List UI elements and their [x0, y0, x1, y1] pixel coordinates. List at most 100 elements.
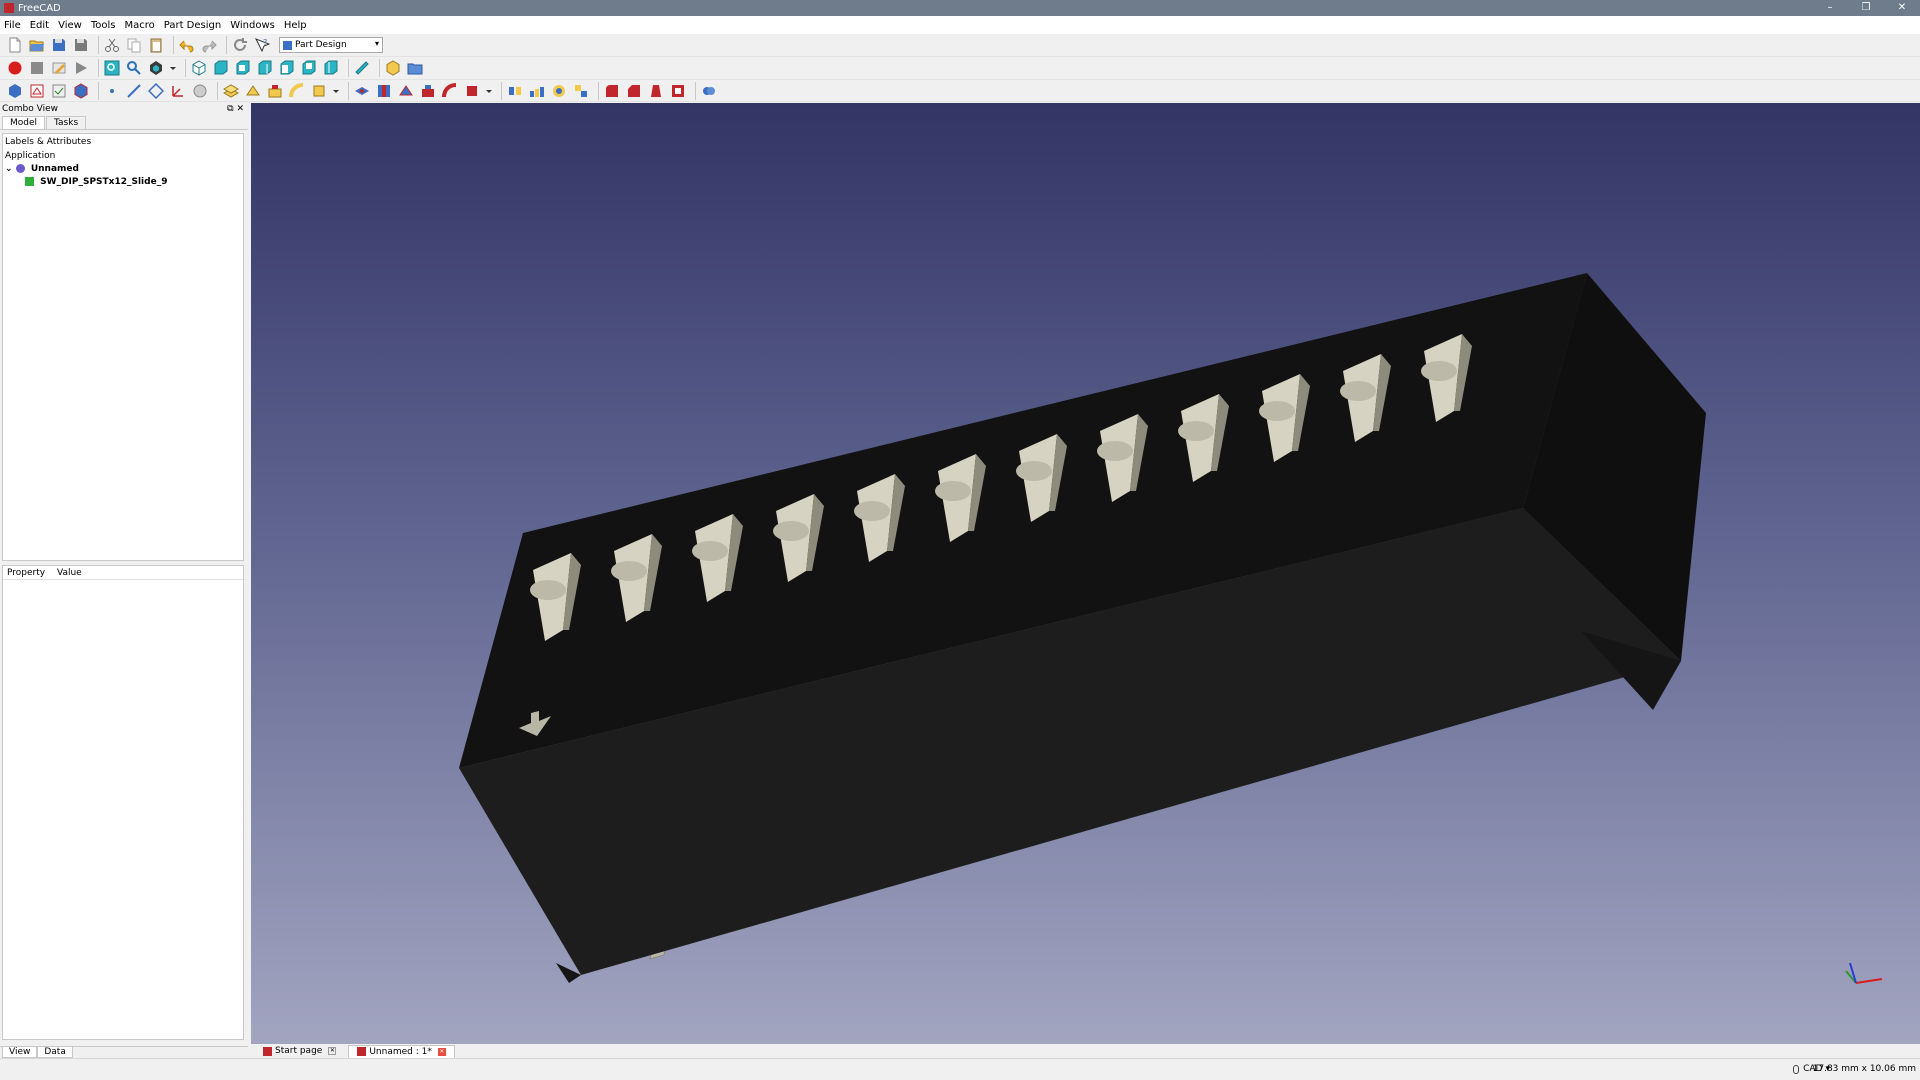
front-view-icon[interactable]	[212, 59, 230, 77]
create-group-icon[interactable]	[406, 59, 424, 77]
close-icon[interactable]: ✕	[328, 1047, 337, 1055]
menu-view[interactable]: View	[58, 20, 82, 31]
datum-line-icon[interactable]	[125, 82, 143, 100]
boolean-icon[interactable]	[700, 82, 718, 100]
mirrored-icon[interactable]	[506, 82, 524, 100]
datum-point-icon[interactable]	[103, 82, 121, 100]
refresh-icon[interactable]	[231, 36, 249, 54]
copy-icon[interactable]	[125, 36, 143, 54]
menu-part-design[interactable]: Part Design	[164, 20, 221, 31]
value-column[interactable]: Value	[53, 566, 103, 579]
part-label: SW_DIP_SPSTx12_Slide_9	[40, 177, 168, 187]
fillet-icon[interactable]	[603, 82, 621, 100]
thickness-icon[interactable]	[669, 82, 687, 100]
record-macro-icon[interactable]	[6, 59, 24, 77]
combo-view-panel: Combo View ⧉ ✕ Model Tasks Labels & Attr…	[0, 103, 248, 1046]
new-file-icon[interactable]	[6, 36, 24, 54]
whats-this-icon[interactable]: ?	[253, 36, 271, 54]
linear-pattern-icon[interactable]	[528, 82, 546, 100]
polar-pattern-icon[interactable]	[550, 82, 568, 100]
property-column[interactable]: Property	[3, 566, 53, 579]
close-button[interactable]: ✕	[1884, 0, 1920, 16]
workbench-selector[interactable]: Part Design ▾	[279, 37, 383, 53]
part-feature-icon	[25, 177, 34, 186]
open-file-icon[interactable]	[28, 36, 46, 54]
tab-start-page[interactable]: Start page ✕	[255, 1045, 344, 1058]
3d-viewport[interactable]	[251, 103, 1920, 1044]
pocket-icon[interactable]	[353, 82, 371, 100]
create-part-icon[interactable]	[384, 59, 402, 77]
subtractive-loft-icon[interactable]	[419, 82, 437, 100]
draft-icon[interactable]	[647, 82, 665, 100]
subtractive-pipe-icon[interactable]	[441, 82, 459, 100]
validate-sketch-icon[interactable]	[50, 82, 68, 100]
subtractive-primitive-icon[interactable]	[463, 82, 481, 100]
pad-icon[interactable]	[222, 82, 240, 100]
chevron-down-icon[interactable]	[169, 59, 177, 77]
combo-view-header: Combo View ⧉ ✕	[0, 103, 248, 116]
create-sketch-icon[interactable]	[28, 82, 46, 100]
chevron-down-icon[interactable]	[485, 82, 493, 100]
bottom-view-icon[interactable]	[300, 59, 318, 77]
chamfer-icon[interactable]	[625, 82, 643, 100]
hole-icon[interactable]	[375, 82, 393, 100]
edit-macro-icon[interactable]	[50, 59, 68, 77]
left-view-icon[interactable]	[322, 59, 340, 77]
separator	[98, 36, 99, 54]
stop-macro-icon[interactable]	[28, 59, 46, 77]
save-as-icon[interactable]	[72, 36, 90, 54]
tree-item-document[interactable]: ⌄ Unnamed	[3, 163, 243, 176]
redo-icon[interactable]	[200, 36, 218, 54]
datum-plane-icon[interactable]	[147, 82, 165, 100]
run-macro-icon[interactable]	[72, 59, 90, 77]
multi-transform-icon[interactable]	[572, 82, 590, 100]
additive-pipe-icon[interactable]	[288, 82, 306, 100]
tab-view[interactable]: View	[2, 1047, 38, 1058]
cut-icon[interactable]	[103, 36, 121, 54]
restore-button[interactable]: ❐	[1848, 0, 1884, 16]
top-view-icon[interactable]	[234, 59, 252, 77]
minimize-button[interactable]: –	[1812, 0, 1848, 16]
menu-file[interactable]: File	[4, 20, 21, 31]
menu-windows[interactable]: Windows	[230, 20, 275, 31]
window-title: FreeCAD	[18, 2, 61, 14]
create-body-icon[interactable]	[6, 82, 24, 100]
menu-tools[interactable]: Tools	[91, 20, 116, 31]
chevron-down-icon[interactable]	[332, 82, 340, 100]
dock-controls[interactable]: ⧉ ✕	[227, 103, 244, 116]
shape-binder-icon[interactable]	[191, 82, 209, 100]
separator	[695, 81, 696, 100]
groove-icon[interactable]	[397, 82, 415, 100]
close-icon[interactable]: ✕	[437, 1047, 446, 1056]
combo-tabs: Model Tasks	[0, 116, 248, 130]
paste-icon[interactable]	[147, 36, 165, 54]
draw-style-icon[interactable]	[147, 59, 165, 77]
right-view-icon[interactable]	[256, 59, 274, 77]
combo-view-title: Combo View	[2, 104, 58, 114]
tab-tasks[interactable]: Tasks	[46, 116, 87, 129]
tab-unnamed[interactable]: Unnamed : 1* ✕	[348, 1044, 455, 1058]
save-icon[interactable]	[50, 36, 68, 54]
measure-icon[interactable]	[353, 59, 371, 77]
tab-model[interactable]: Model	[2, 116, 46, 129]
undo-icon[interactable]	[178, 36, 196, 54]
additive-loft-icon[interactable]	[266, 82, 284, 100]
local-cs-icon[interactable]	[169, 82, 187, 100]
fit-selection-icon[interactable]	[125, 59, 143, 77]
tree-item-part[interactable]: SW_DIP_SPSTx12_Slide_9	[3, 176, 243, 189]
dip-switch-model	[459, 273, 1883, 984]
revolution-icon[interactable]	[244, 82, 262, 100]
separator	[173, 36, 174, 54]
fit-all-icon[interactable]	[103, 59, 121, 77]
menu-edit[interactable]: Edit	[30, 20, 49, 31]
tab-data[interactable]: Data	[37, 1047, 73, 1058]
menu-help[interactable]: Help	[284, 20, 307, 31]
isometric-view-icon[interactable]	[190, 59, 208, 77]
clone-icon[interactable]	[72, 82, 90, 100]
chevron-down-icon[interactable]: ⌄	[5, 164, 13, 174]
additive-primitive-icon[interactable]	[310, 82, 328, 100]
tree-header: Labels & Attributes	[5, 137, 92, 147]
menu-macro[interactable]: Macro	[124, 20, 154, 31]
rear-view-icon[interactable]	[278, 59, 296, 77]
menu-bar: File Edit View Tools Macro Part Design W…	[0, 16, 1920, 34]
